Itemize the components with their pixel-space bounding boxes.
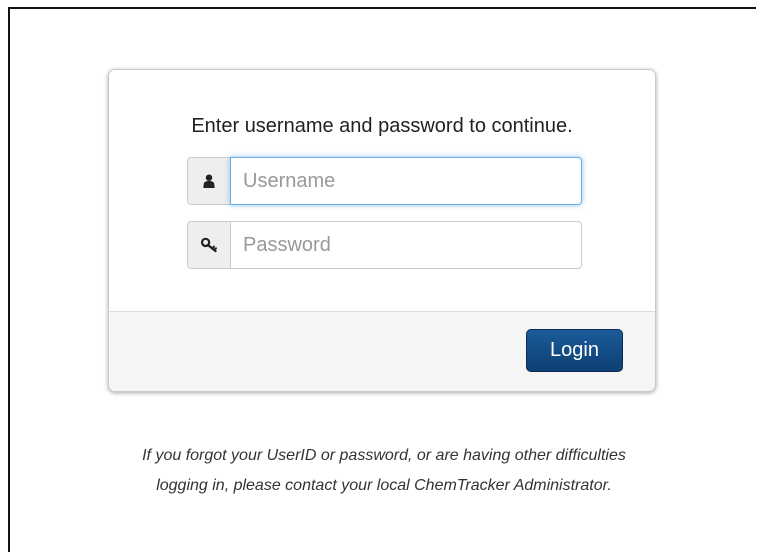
login-prompt: Enter username and password to continue. — [191, 115, 573, 137]
login-panel-body: Enter username and password to continue. — [109, 70, 655, 311]
username-input[interactable] — [230, 157, 582, 205]
user-icon — [187, 157, 230, 205]
login-panel: Enter username and password to continue. — [108, 69, 656, 392]
help-text-line-2: logging in, please contact your local Ch… — [156, 477, 612, 494]
login-button[interactable]: Login — [526, 329, 623, 372]
login-panel-footer: Login — [109, 311, 655, 391]
login-help-text: If you forgot your UserID or password, o… — [64, 441, 704, 501]
password-input-group — [187, 221, 582, 269]
help-text-line-1: If you forgot your UserID or password, o… — [142, 447, 626, 464]
key-icon — [187, 221, 230, 269]
username-input-group — [187, 157, 582, 205]
password-input[interactable] — [230, 221, 582, 269]
